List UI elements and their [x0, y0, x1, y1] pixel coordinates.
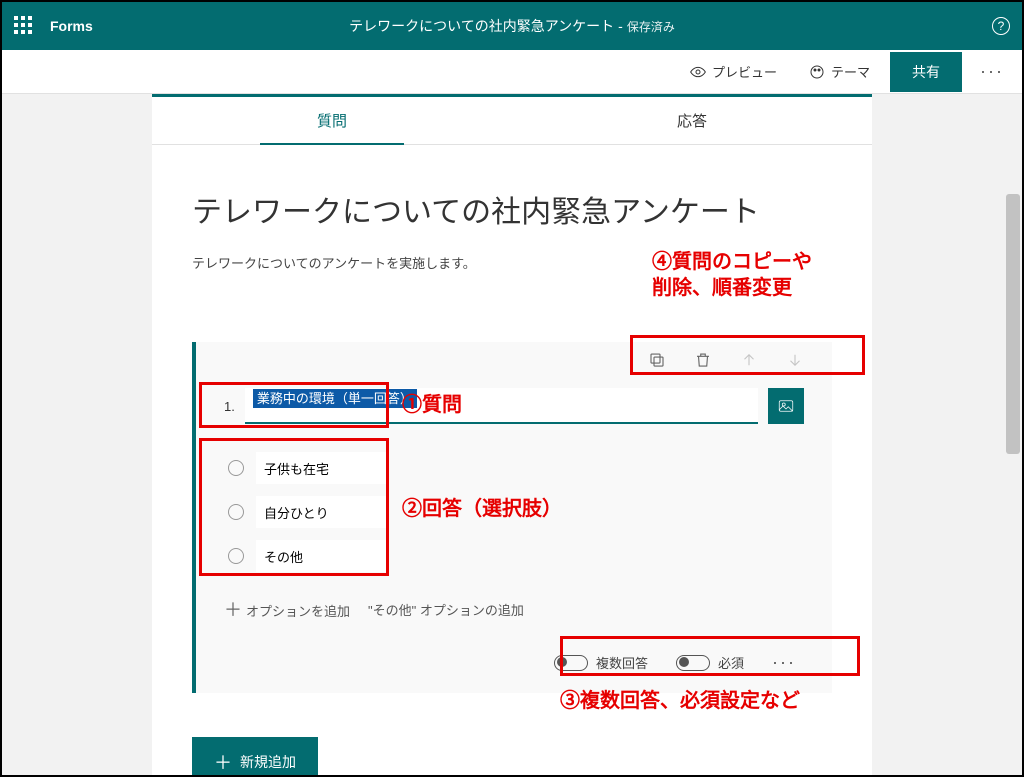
- work-area: 質問 応答 テレワークについての社内緊急アンケート テレワークについてのアンケー…: [2, 94, 1022, 775]
- multiple-answers-label: 複数回答: [596, 653, 648, 672]
- header-status: 保存済み: [627, 18, 675, 35]
- option-row: 自分ひとり: [224, 490, 804, 534]
- add-option-button[interactable]: ＋オプションを追加: [224, 596, 350, 622]
- more-commands-button[interactable]: ···: [970, 55, 1014, 88]
- tab-questions[interactable]: 質問: [152, 97, 512, 144]
- header-form-title-text: テレワークについての社内緊急アンケート: [349, 16, 614, 36]
- option-row: 子供も在宅: [224, 446, 804, 490]
- trash-icon[interactable]: [694, 351, 712, 369]
- plus-icon: ＋: [214, 749, 232, 775]
- tab-responses[interactable]: 応答: [512, 97, 872, 144]
- app-name[interactable]: Forms: [50, 18, 93, 34]
- question-text-input[interactable]: 業務中の環境（単一回答）: [245, 388, 758, 424]
- preview-button[interactable]: プレビュー: [678, 56, 789, 87]
- radio-icon: [228, 548, 244, 564]
- add-options-row: ＋オプションを追加 "その他" オプションの追加: [224, 596, 804, 622]
- radio-icon: [228, 504, 244, 520]
- required-label: 必須: [718, 653, 744, 672]
- palette-icon: [809, 64, 825, 80]
- question-header-row: 1. 業務中の環境（単一回答）: [224, 388, 804, 424]
- add-other-option-button[interactable]: "その他" オプションの追加: [368, 600, 524, 619]
- multiple-answers-toggle[interactable]: 複数回答: [554, 653, 648, 672]
- add-new-label: 新規追加: [240, 752, 296, 772]
- arrow-down-icon[interactable]: [786, 351, 804, 369]
- option-input[interactable]: 自分ひとり: [256, 496, 386, 528]
- option-input[interactable]: 子供も在宅: [256, 452, 386, 484]
- question-toolbar: [620, 340, 832, 380]
- question-number: 1.: [224, 399, 235, 414]
- command-bar: プレビュー テーマ 共有 ···: [2, 50, 1022, 94]
- form-body: テレワークについての社内緊急アンケート テレワークについてのアンケートを実施しま…: [152, 145, 872, 713]
- waffle-icon[interactable]: [14, 16, 34, 36]
- insert-media-button[interactable]: [768, 388, 804, 424]
- question-more-button[interactable]: ···: [772, 652, 796, 673]
- question-card: 1. 業務中の環境（単一回答） 子供も在宅 自分ひとり: [192, 342, 832, 693]
- preview-label: プレビュー: [712, 62, 777, 81]
- copy-icon[interactable]: [648, 351, 666, 369]
- arrow-up-icon[interactable]: [740, 351, 758, 369]
- radio-icon: [228, 460, 244, 476]
- form-title[interactable]: テレワークについての社内緊急アンケート: [192, 187, 832, 231]
- tabs: 質問 応答: [152, 97, 872, 145]
- global-header: Forms テレワークについての社内緊急アンケート - 保存済み ?: [2, 2, 1022, 50]
- header-status-sep: -: [618, 18, 623, 34]
- question-footer: 複数回答 必須 ···: [224, 652, 804, 673]
- option-input[interactable]: その他: [256, 540, 386, 572]
- help-icon[interactable]: ?: [992, 17, 1010, 35]
- theme-button[interactable]: テーマ: [797, 56, 882, 87]
- vertical-scrollbar[interactable]: [1006, 194, 1020, 454]
- required-toggle[interactable]: 必須: [676, 653, 744, 672]
- header-form-title: テレワークについての社内緊急アンケート - 保存済み: [2, 16, 1022, 36]
- form-card: 質問 応答 テレワークについての社内緊急アンケート テレワークについてのアンケー…: [152, 94, 872, 775]
- add-new-question-button[interactable]: ＋ 新規追加: [192, 737, 318, 775]
- image-icon: [777, 397, 795, 415]
- form-description[interactable]: テレワークについてのアンケートを実施します。: [192, 253, 832, 272]
- question-text-selected: 業務中の環境（単一回答）: [253, 389, 417, 408]
- share-button[interactable]: 共有: [890, 52, 962, 92]
- option-row: その他: [224, 534, 804, 578]
- options-list: 子供も在宅 自分ひとり その他: [224, 446, 804, 578]
- theme-label: テーマ: [831, 62, 870, 81]
- eye-icon: [690, 64, 706, 80]
